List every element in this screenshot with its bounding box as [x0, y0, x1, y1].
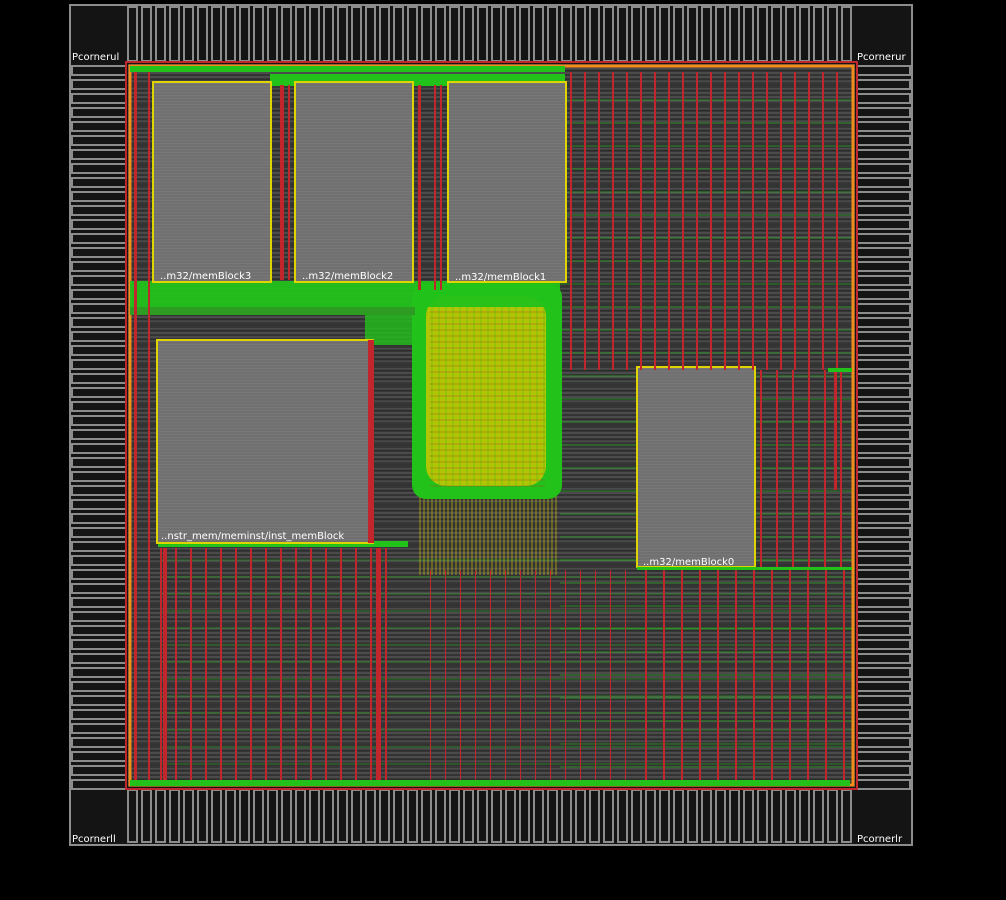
macro-memblock3[interactable]: ..m32/memBlock3 [152, 81, 272, 283]
macro-instr-memblock[interactable]: ..nstr_mem/meminst/inst_memBlock [156, 339, 374, 544]
macro-label-memblock0: ..m32/memBlock0 [643, 557, 734, 568]
vertical-routing [419, 490, 557, 575]
macro-memblock1[interactable]: ..m32/memBlock1 [447, 81, 567, 283]
macro-label-memblock1: ..m32/memBlock1 [455, 272, 546, 283]
macro-label-instr-memblock: ..nstr_mem/meminst/inst_memBlock [161, 531, 344, 542]
macro-memblock0[interactable]: ..m32/memBlock0 [636, 366, 756, 568]
macro-label-memblock2: ..m32/memBlock2 [302, 271, 393, 282]
corner-label-lr: Pcornerlr [857, 834, 903, 845]
chip-layout-canvas[interactable]: ..m32/memBlock3 ..m32/memBlock2 ..m32/me… [0, 0, 1006, 900]
corner-label-ur: Pcornerur [857, 52, 907, 63]
macro-label-memblock3: ..m32/memBlock3 [160, 271, 251, 282]
logic-cluster[interactable] [412, 283, 562, 499]
macro-memblock2[interactable]: ..m32/memBlock2 [294, 81, 414, 283]
corner-label-ul: Pcornerul [72, 52, 119, 63]
corner-label-ll: Pcornerll [72, 834, 116, 845]
